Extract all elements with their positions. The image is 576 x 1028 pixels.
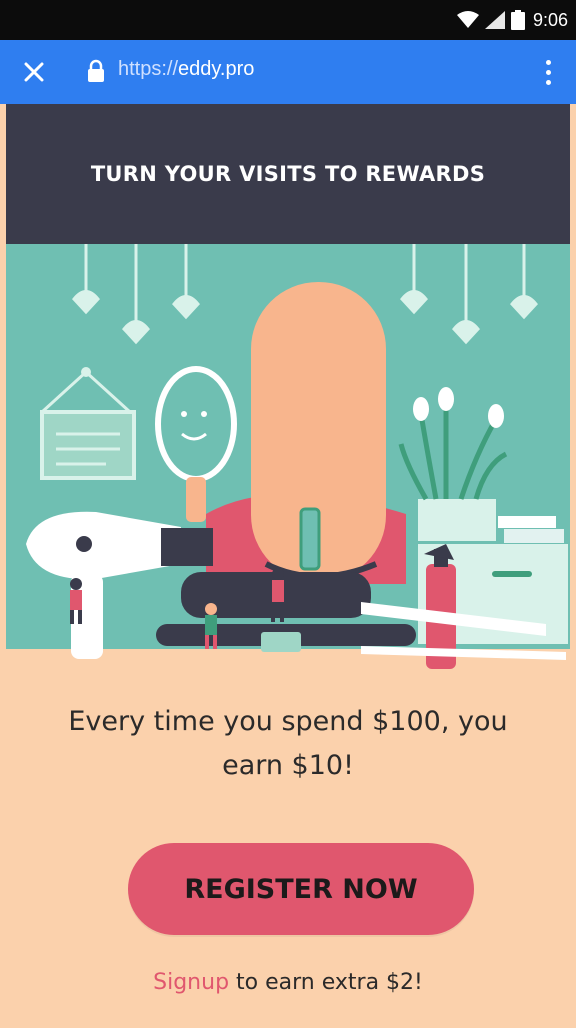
- salon-illustration: [6, 244, 570, 674]
- promo-line-1: Every time you spend $100, you: [68, 706, 508, 737]
- signup-text: to earn extra $2!: [229, 970, 423, 995]
- status-icons: 9:06: [456, 8, 568, 32]
- overflow-menu-icon: [545, 59, 551, 65]
- status-bar: 9:06: [0, 0, 576, 40]
- lock-icon: [88, 59, 104, 82]
- signup-link[interactable]: Signup: [153, 970, 229, 995]
- register-now-button[interactable]: REGISTER NOW: [128, 843, 474, 935]
- battery-icon: [510, 10, 525, 30]
- signup-line: Signup to earn extra $2!: [6, 970, 570, 995]
- overflow-menu-button[interactable]: [534, 54, 562, 90]
- promo-text: Every time you spend $100, you earn $10!: [6, 700, 570, 788]
- wifi-icon: [456, 11, 479, 28]
- close-icon: [24, 62, 44, 82]
- status-time: 9:06: [532, 9, 568, 30]
- banner-title: TURN YOUR VISITS TO REWARDS: [90, 162, 486, 186]
- browser-toolbar: https://eddy.pro: [0, 40, 576, 104]
- signal-icon: [484, 11, 505, 29]
- url-scheme: https://: [118, 58, 179, 80]
- url-host: eddy.pro: [178, 58, 255, 80]
- menu-dot: [545, 79, 551, 85]
- menu-dot: [545, 69, 551, 75]
- promo-line-2: earn $10!: [222, 750, 354, 781]
- url-bar[interactable]: https://eddy.pro: [118, 58, 254, 81]
- rewards-banner: TURN YOUR VISITS TO REWARDS: [6, 104, 570, 244]
- close-button[interactable]: [18, 56, 50, 88]
